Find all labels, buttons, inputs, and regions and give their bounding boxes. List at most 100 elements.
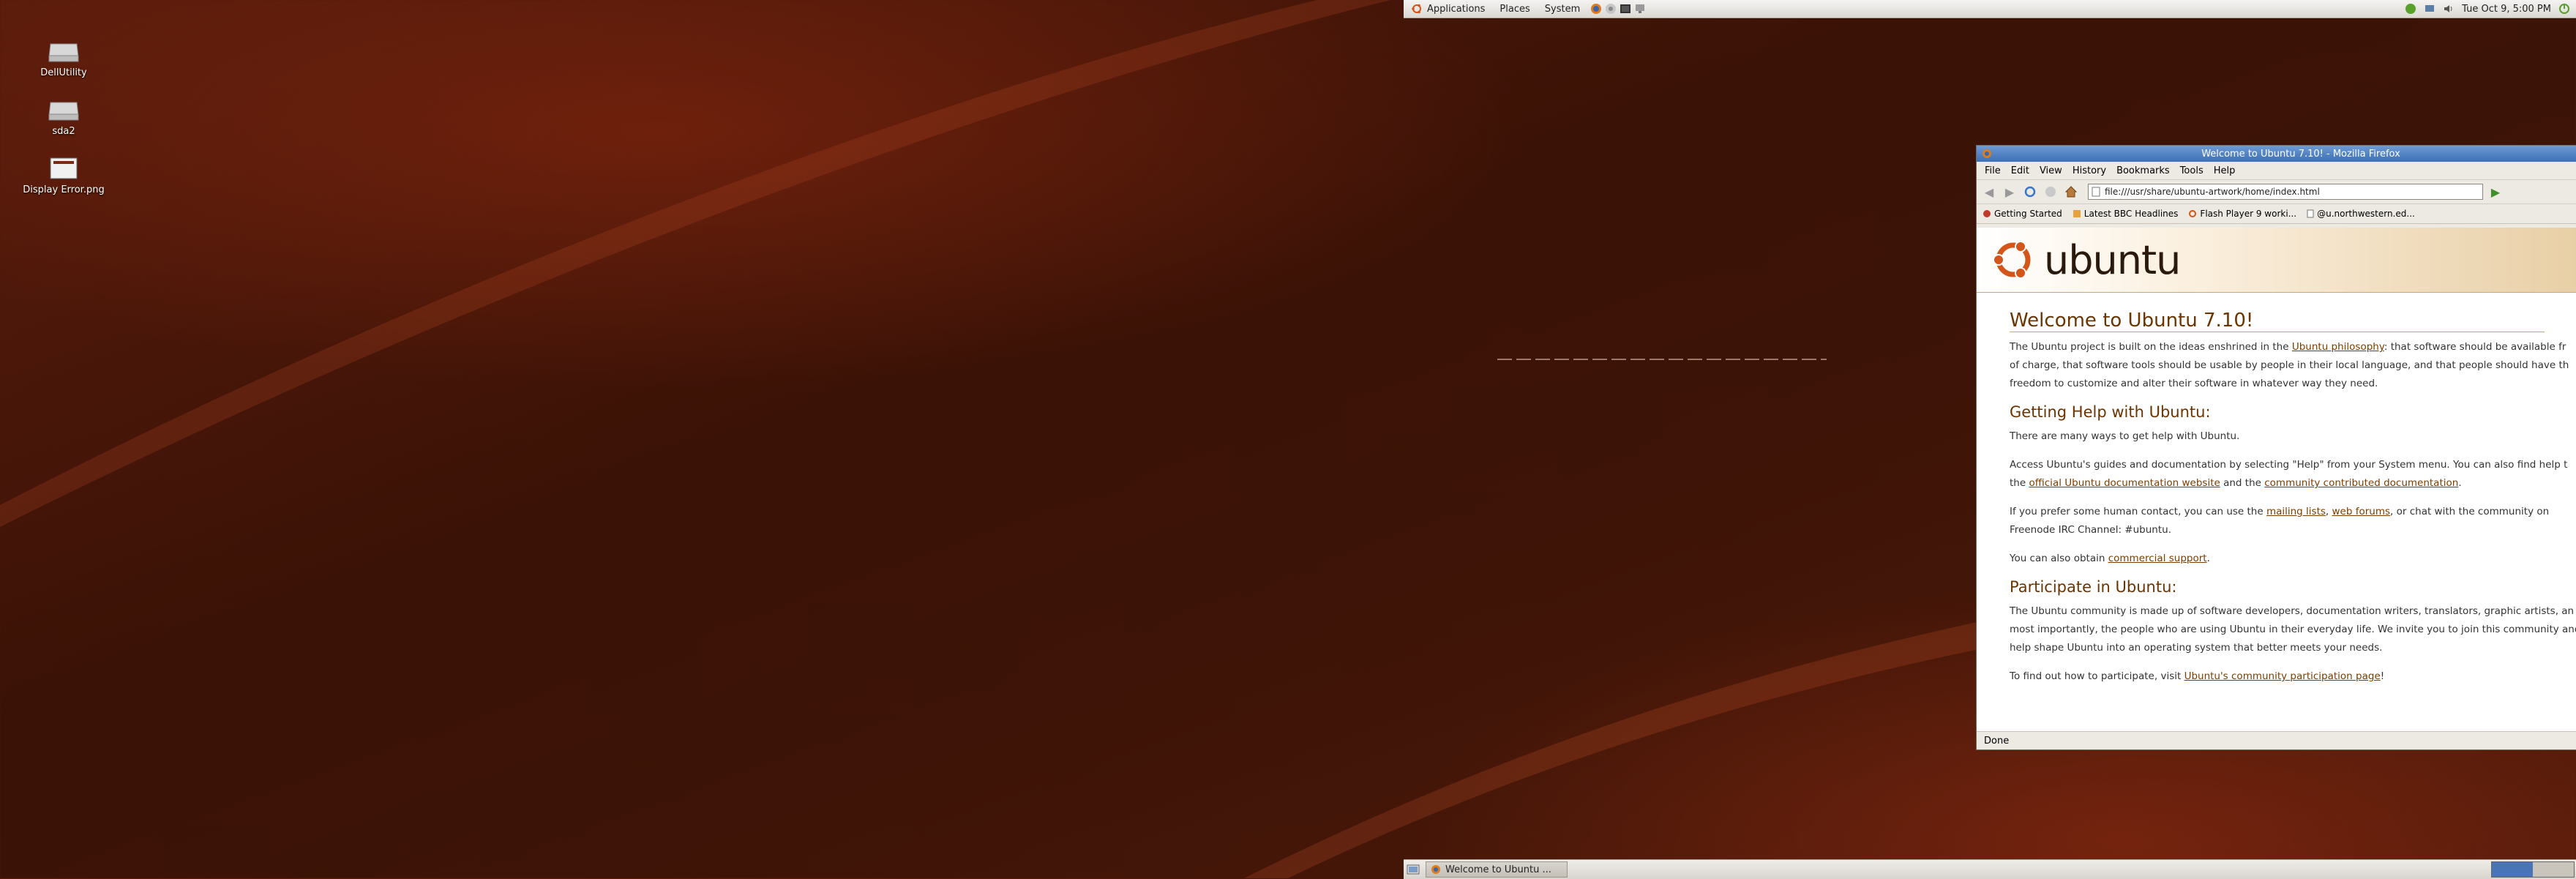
bookmark-getting-started[interactable]: Getting Started — [1982, 209, 2062, 219]
status-bar: Done — [1977, 731, 2576, 749]
text: The Ubuntu project is built on the ideas… — [2010, 341, 2292, 353]
desktop-icon-label: sda2 — [52, 126, 75, 137]
workspace-switcher[interactable] — [2491, 861, 2575, 878]
bookmark-northwestern[interactable]: @u.northwestern.ed... — [2307, 209, 2415, 219]
home-button[interactable] — [2063, 184, 2079, 200]
rss-feed-icon — [2073, 210, 2081, 217]
address-bar[interactable]: file:///usr/share/ubuntu-artwork/home/in… — [2088, 184, 2483, 200]
workspace-1[interactable] — [2492, 862, 2533, 877]
text: , — [2325, 506, 2332, 517]
bookmark-bbc-headlines[interactable]: Latest BBC Headlines — [2073, 209, 2178, 219]
official-docs-link[interactable]: official Ubuntu documentation website — [2029, 477, 2220, 489]
bookmark-label: Getting Started — [1994, 209, 2062, 219]
workspace-2[interactable] — [2533, 862, 2574, 877]
ubuntu-logo-text: ubuntu — [2044, 236, 2181, 283]
text: the — [2010, 477, 2029, 489]
ubuntu-philosophy-link[interactable]: Ubuntu philosophy — [2292, 341, 2384, 353]
menu-bar: File Edit View History Bookmarks Tools H… — [1977, 162, 2576, 180]
system-tray: Tue Oct 9, 5:00 PM — [2405, 3, 2576, 15]
bookmarks-toolbar: Getting Started Latest BBC Headlines Fla… — [1977, 204, 2576, 224]
commercial-support-link[interactable]: commercial support — [2108, 553, 2207, 564]
participate-heading: Participate in Ubuntu: — [2010, 578, 2177, 596]
window-titlebar[interactable]: Welcome to Ubuntu 7.10! - Mozilla Firefo… — [1977, 146, 2576, 162]
support-paragraph: You can also obtain commercial support. — [2010, 550, 2545, 568]
desktop-icon-sda2[interactable]: sda2 — [9, 95, 119, 137]
terminal-launcher-icon[interactable] — [1620, 3, 1631, 15]
mail-launcher-icon[interactable] — [1605, 3, 1617, 15]
text: ! — [2380, 670, 2385, 682]
places-menu[interactable]: Places — [1492, 4, 1537, 15]
mailing-lists-link[interactable]: mailing lists — [2266, 506, 2326, 517]
article: Welcome to Ubuntu 7.10! The Ubuntu proje… — [1977, 293, 2576, 686]
menu-help[interactable]: Help — [2209, 165, 2241, 176]
taskbar-button-firefox[interactable]: Welcome to Ubuntu ... — [1426, 861, 1568, 878]
navigation-toolbar: ◀ ▶ file:///usr/share/ubuntu-artwork/hom… — [1977, 180, 2576, 204]
taskbar-label: Welcome to Ubuntu ... — [1445, 864, 1551, 875]
go-button[interactable]: ▶ — [2487, 184, 2504, 200]
bookmark-flash-player[interactable]: Flash Player 9 worki... — [2188, 209, 2296, 219]
applications-menu[interactable]: Applications — [1404, 3, 1492, 15]
menu-history[interactable]: History — [2067, 165, 2111, 176]
text: If you prefer some human contact, you ca… — [2010, 506, 2266, 517]
text: You can also obtain — [2010, 553, 2108, 564]
forward-arrow-icon: ▶ — [2004, 184, 2015, 199]
ubuntu-logo-icon — [1412, 4, 1421, 14]
system-label: System — [1544, 3, 1581, 15]
page-icon — [2307, 209, 2314, 218]
system-menu[interactable]: System — [1538, 4, 1587, 15]
reload-button[interactable] — [2022, 184, 2038, 200]
menu-file[interactable]: File — [1980, 165, 2006, 176]
desktop-icon-label: Display Error.png — [23, 184, 105, 195]
show-desktop-icon[interactable] — [1407, 863, 1420, 876]
intro-paragraph: The Ubuntu project is built on the ideas… — [2010, 338, 2569, 393]
text: and the — [2220, 477, 2265, 489]
clock[interactable]: Tue Oct 9, 5:00 PM — [2462, 4, 2551, 15]
desktop-icon-dellutility[interactable]: DellUtility — [9, 37, 119, 78]
text: , or chat with the community on — [2390, 506, 2550, 517]
participation-page-link[interactable]: Ubuntu's community participation page — [2184, 670, 2381, 682]
desktop-artifact — [1497, 359, 1827, 360]
update-notifier-icon[interactable] — [2405, 3, 2416, 15]
stop-button[interactable] — [2043, 184, 2059, 200]
desktop-icon-display-error[interactable]: Display Error.png — [9, 155, 119, 195]
text: of charge, that software tools should be… — [2010, 359, 2569, 371]
menu-view[interactable]: View — [2034, 165, 2067, 176]
drive-icon — [48, 102, 79, 121]
ubuntu-small-icon — [2189, 210, 2197, 217]
home-icon — [2064, 186, 2078, 198]
reload-icon — [2024, 186, 2036, 198]
firefox-small-icon — [1983, 210, 1991, 217]
url-text: file:///usr/share/ubuntu-artwork/home/in… — [2105, 187, 2320, 197]
forward-button[interactable]: ▶ — [2002, 184, 2018, 200]
desktop-icon-label: DellUtility — [40, 67, 87, 78]
community-paragraph: The Ubuntu community is made up of softw… — [2010, 602, 2576, 657]
page-heading: Welcome to Ubuntu 7.10! — [2010, 311, 2545, 332]
firefox-launcher-icon[interactable] — [1590, 3, 1602, 15]
page-content: ubuntu Welcome to Ubuntu 7.10! The Ubunt… — [1977, 228, 2576, 731]
back-button[interactable]: ◀ — [1981, 184, 1997, 200]
firefox-window-icon[interactable] — [1981, 148, 1993, 160]
menu-edit[interactable]: Edit — [2006, 165, 2034, 176]
top-panel: Applications Places System Tue Oct 9, 5:… — [1404, 0, 2576, 18]
network-icon[interactable] — [2424, 3, 2435, 15]
text: : that software should be available fr — [2384, 341, 2566, 353]
community-docs-link[interactable]: community contributed documentation — [2264, 477, 2458, 489]
menu-bookmarks[interactable]: Bookmarks — [2111, 165, 2175, 176]
text: To find out how to participate, visit — [2010, 670, 2184, 682]
volume-icon[interactable] — [2443, 3, 2455, 15]
back-arrow-icon: ◀ — [1984, 184, 1994, 199]
bottom-panel: Welcome to Ubuntu ... — [1404, 859, 2576, 879]
web-forums-link[interactable]: web forums — [2332, 506, 2391, 517]
places-label: Places — [1499, 3, 1530, 15]
text: Freenode IRC Channel: #ubuntu. — [2010, 524, 2171, 536]
firefox-small-icon — [1431, 865, 1440, 874]
image-file-icon — [50, 157, 78, 179]
help-paragraph: There are many ways to get help with Ubu… — [2010, 430, 2240, 442]
window-title: Welcome to Ubuntu 7.10! - Mozilla Firefo… — [2201, 148, 2400, 160]
logout-icon[interactable] — [2558, 3, 2570, 15]
participation-paragraph: To find out how to participate, visit Ub… — [2010, 667, 2545, 686]
documentation-paragraph: Access Ubuntu's guides and documentation… — [2010, 456, 2567, 493]
text: freedom to customize and alter their sof… — [2010, 378, 2378, 389]
menu-tools[interactable]: Tools — [2175, 165, 2209, 176]
help-launcher-icon[interactable] — [1634, 3, 1646, 15]
